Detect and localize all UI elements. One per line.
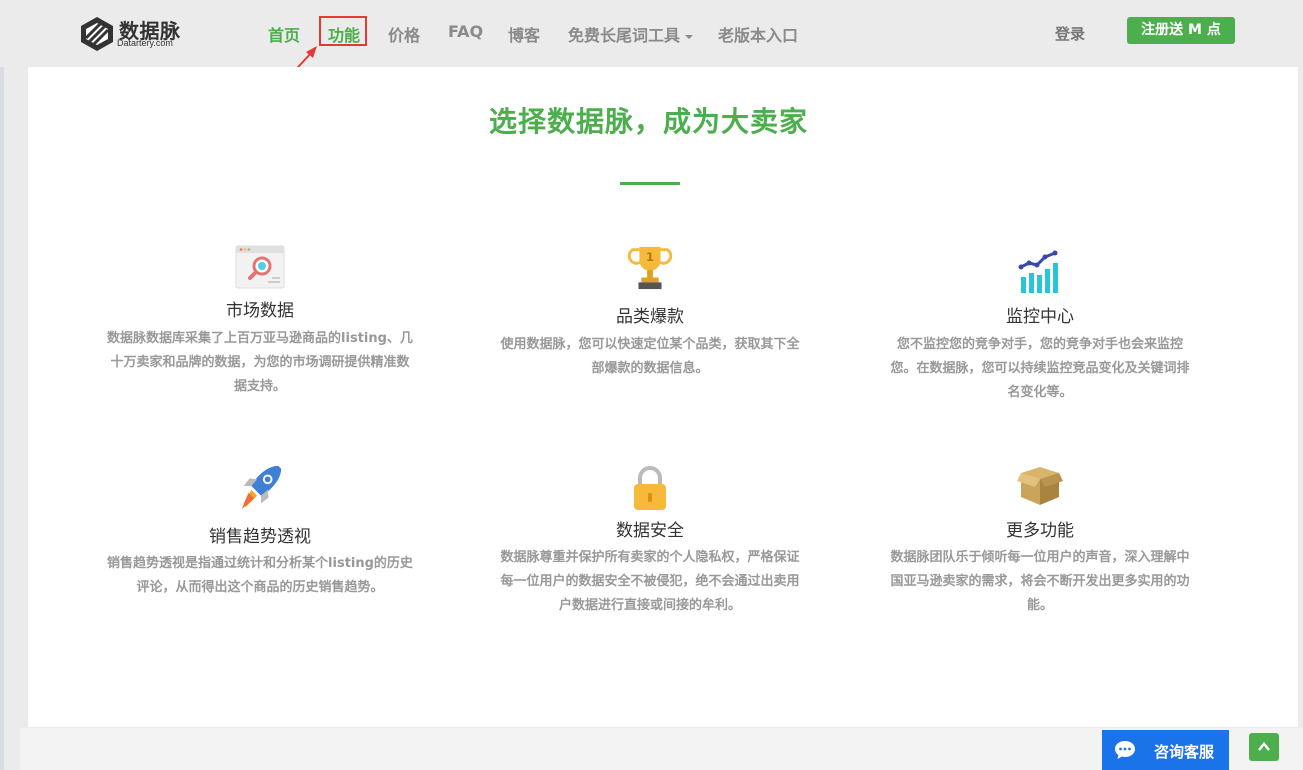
trophy-icon: 1	[627, 246, 673, 290]
desc-line: 名变化等。	[1007, 385, 1073, 400]
nav-faq[interactable]: FAQ	[448, 22, 483, 41]
desc-line: 户数据进行直接或间接的牟利。	[558, 598, 741, 613]
chevron-up-icon	[1258, 742, 1270, 751]
feature-title: 更多功能	[1006, 521, 1074, 541]
desc-line: 每一位用户的数据安全不被侵犯，绝不会通过出卖用	[500, 574, 800, 589]
desc-line: 数据脉团队乐于倾听每一位用户的声音，深入理解中	[890, 550, 1190, 565]
desc-line: 使用数据脉，您可以快速定位某个品类，获取其下全	[500, 337, 800, 352]
desc-line: 十万卖家和品牌的数据，为您的市场调研提供精准数	[110, 355, 410, 370]
feature-title: 销售趋势透视	[209, 527, 311, 547]
feature-desc: 数据脉尊重并保护所有卖家的个人隐私权，严格保证 每一位用户的数据安全不被侵犯，绝…	[485, 546, 815, 618]
chat-label: 咨询客服	[1154, 743, 1215, 761]
feature-title: 数据安全	[616, 521, 684, 541]
desc-line: 数据脉数据库采集了上百万亚马逊商品的listing、几	[107, 331, 413, 346]
customer-service-chat-button[interactable]: 咨询客服	[1102, 730, 1229, 770]
login-link[interactable]: 登录	[1055, 23, 1085, 44]
feature-title: 监控中心	[1006, 307, 1074, 327]
feature-title: 市场数据	[226, 301, 294, 321]
feature-monitoring-center: 监控中心 您不监控您的竞争对手，您的竞争对手也会来监控 您。在数据脉，您可以持续…	[875, 243, 1205, 403]
market-search-icon	[235, 245, 285, 289]
desc-line: 您不监控您的竞争对手，您的竞争对手也会来监控	[896, 337, 1183, 352]
desc-line: 数据脉尊重并保护所有卖家的个人隐私权，严格保证	[500, 550, 800, 565]
caret-down-icon	[685, 34, 694, 39]
logo[interactable]: 数据脉 Datartery.com	[79, 14, 199, 54]
feature-category-bestsellers: 1 品类爆款 使用数据脉，您可以快速定位某个品类，获取其下全 部爆款的数据信息。	[485, 243, 815, 403]
nav-features-highlight-box	[319, 16, 367, 46]
rocket-icon	[241, 465, 282, 510]
bar-chart-icon	[1018, 250, 1058, 293]
feature-desc: 使用数据脉，您可以快速定位某个品类，获取其下全 部爆款的数据信息。	[485, 333, 815, 381]
nav-pricing[interactable]: 价格	[388, 22, 420, 46]
logo-icon	[81, 17, 113, 51]
desc-line: 据支持。	[233, 379, 286, 394]
chat-bubble-icon	[1115, 741, 1135, 759]
desc-line: 评论，从而得出这个商品的历史销售趋势。	[136, 580, 384, 595]
nav-keyword-tool-label: 免费长尾词工具	[568, 26, 681, 45]
feature-desc: 数据脉团队乐于倾听每一位用户的声音，深入理解中 国亚马逊卖家的需求，将会不断开发…	[875, 546, 1205, 618]
feature-desc: 您不监控您的竞争对手，您的竞争对手也会来监控 您。在数据脉，您可以持续监控竞品变…	[875, 333, 1205, 405]
nav-keyword-tool-dropdown[interactable]: 免费长尾词工具	[568, 22, 694, 46]
back-to-top-button[interactable]	[1249, 733, 1279, 761]
desc-line: 销售趋势透视是指通过统计和分析某个listing的历史	[107, 556, 413, 571]
feature-desc: 销售趋势透视是指通过统计和分析某个listing的历史 评论，从而得出这个商品的…	[95, 552, 425, 600]
top-navbar: 数据脉 Datartery.com 首页 功能 价格 FAQ 博客 免费长尾词工…	[0, 0, 1303, 79]
box-icon	[1017, 467, 1063, 505]
nav-blog[interactable]: 博客	[508, 22, 540, 46]
desc-line: 您。在数据脉，您可以持续监控竞品变化及关键词排	[890, 361, 1190, 376]
svg-text:1: 1	[646, 250, 654, 264]
feature-data-security: 数据安全 数据脉尊重并保护所有卖家的个人隐私权，严格保证 每一位用户的数据安全不…	[485, 463, 815, 623]
logo-domain: Datartery.com	[117, 38, 173, 48]
feature-market-data: 市场数据 数据脉数据库采集了上百万亚马逊商品的listing、几 十万卖家和品牌…	[95, 243, 425, 403]
nav-old-version[interactable]: 老版本入口	[718, 22, 798, 46]
feature-more: 更多功能 数据脉团队乐于倾听每一位用户的声音，深入理解中 国亚马逊卖家的需求，将…	[875, 463, 1205, 623]
page-title: 选择数据脉，成为大卖家	[488, 105, 808, 138]
feature-sales-trend: 销售趋势透视 销售趋势透视是指通过统计和分析某个listing的历史 评论，从而…	[95, 463, 425, 613]
feature-desc: 数据脉数据库采集了上百万亚马逊商品的listing、几 十万卖家和品牌的数据，为…	[95, 327, 425, 399]
title-divider	[620, 182, 680, 185]
desc-line: 部爆款的数据信息。	[591, 361, 709, 376]
desc-line: 能。	[1026, 598, 1053, 613]
nav-home[interactable]: 首页	[268, 22, 300, 46]
lock-icon	[634, 466, 666, 510]
register-button[interactable]: 注册送 M 点	[1127, 17, 1235, 44]
feature-title: 品类爆款	[616, 307, 684, 327]
desc-line: 国亚马逊卖家的需求，将会不断开发出更多实用的功	[890, 574, 1190, 589]
